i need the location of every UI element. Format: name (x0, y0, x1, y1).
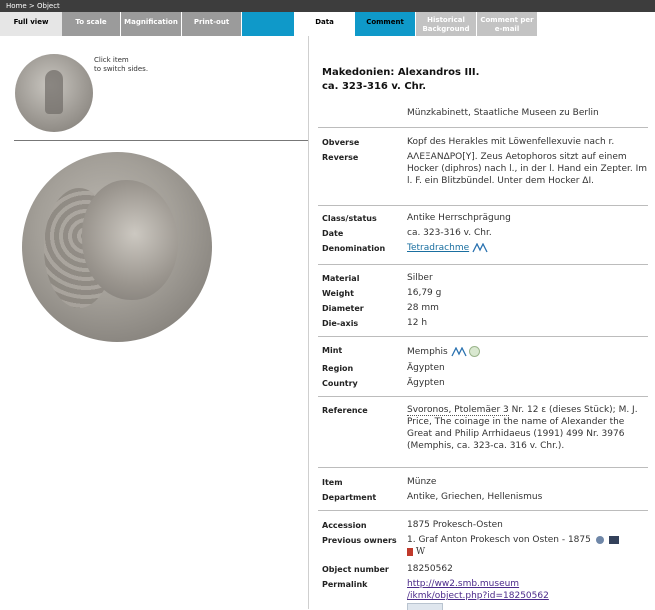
object-number-value: 18250562 (407, 564, 453, 574)
country-value: Ägypten (407, 378, 445, 388)
obverse-value: Kopf des Herakles mit Löwenfellexuvie na… (407, 137, 615, 147)
museum-name: Münzkabinett, Staatliche Museen zu Berli… (407, 108, 599, 118)
nomisma-icon[interactable] (472, 242, 488, 253)
coin-thumbnail-reverse[interactable] (15, 54, 93, 132)
accession-label: Accession (322, 521, 367, 530)
obverse-label: Obverse (322, 138, 360, 147)
permalink-value: http://ww2.smb.museum /ikmk/object.php?i… (407, 578, 647, 602)
date-label: Date (322, 229, 344, 238)
bookmark-icon[interactable] (407, 547, 413, 556)
mint-text: Memphis (407, 347, 448, 357)
divider (318, 467, 648, 468)
item-value: Münze (407, 477, 437, 487)
tab-data[interactable]: Data (294, 12, 355, 36)
dieaxis-value: 12 h (407, 318, 428, 328)
object-title: Makedonien: Alexandros III. ca. 323-316 … (322, 66, 479, 94)
object-title-name: Makedonien: Alexandros III. (322, 67, 480, 78)
permalink-line2[interactable]: /ikmk/object.php?id=18250562 (407, 591, 549, 601)
divider (318, 127, 648, 128)
material-label: Material (322, 274, 360, 283)
diameter-value: 28 mm (407, 303, 439, 313)
class-label: Class/status (322, 214, 377, 223)
switch-sides-hint: Click item to switch sides. (94, 56, 148, 74)
breadcrumb: Home > Object (0, 0, 655, 12)
object-number-label: Object number (322, 565, 389, 574)
denomination-value: Tetradrachme (407, 242, 647, 254)
info-icon[interactable] (595, 535, 604, 544)
divider (318, 205, 648, 206)
country-label: Country (322, 379, 358, 388)
reverse-value: ΑΛΕΞΑΝΔΡΟ[Υ]. Zeus Aetophoros sitzt auf … (407, 152, 647, 186)
wikipedia-icon[interactable]: W (416, 547, 425, 557)
nomisma-icon[interactable] (450, 346, 467, 357)
tab-comment[interactable]: Comment (355, 12, 415, 36)
permalink-label: Permalink (322, 580, 368, 589)
tab-comment-email[interactable]: Comment per e-mail (477, 12, 537, 36)
column-divider (308, 36, 309, 609)
zeus-figure (45, 70, 63, 114)
region-label: Region (322, 364, 354, 373)
reference-link[interactable]: Svoronos, Ptolemäer 3 (407, 405, 509, 416)
class-value: Antike Herrschprägung (407, 213, 511, 223)
date-value: ca. 323-316 v. Chr. (407, 228, 492, 238)
reverse-label: Reverse (322, 153, 359, 162)
mint-value: Memphis (407, 346, 647, 358)
previous-owners-value: 1. Graf Anton Prokesch von Osten - 1875 … (407, 534, 647, 558)
mint-label: Mint (322, 346, 343, 355)
department-value: Antike, Griechen, Hellenismus (407, 492, 543, 502)
divider (318, 510, 648, 511)
accession-value: 1875 Prokesch-Osten (407, 520, 503, 530)
reference-label: Reference (322, 406, 368, 415)
previous-owners-text: 1. Graf Anton Prokesch von Osten - 1875 (407, 535, 591, 545)
tab-bar: Full view To scale Magnification Print-o… (0, 12, 655, 36)
dieaxis-label: Die-axis (322, 319, 359, 328)
reference-value: Svoronos, Ptolemäer 3 Nr. 12 ε (dieses S… (407, 404, 647, 452)
left-separator (14, 140, 308, 141)
gnd-icon[interactable] (608, 535, 619, 544)
map-globe-icon[interactable] (469, 346, 481, 357)
denomination-link[interactable]: Tetradrachme (407, 243, 469, 253)
divider (318, 396, 648, 397)
department-label: Department (322, 493, 377, 502)
tab-full-view[interactable]: Full view (0, 12, 62, 36)
region-value: Ägypten (407, 363, 445, 373)
weight-label: Weight (322, 289, 354, 298)
tab-historical-background[interactable]: Historical Background (416, 12, 476, 36)
tab-spacer (242, 12, 294, 36)
weight-value: 16,79 g (407, 288, 442, 298)
item-label: Item (322, 478, 343, 487)
object-title-date: ca. 323-316 v. Chr. (322, 81, 427, 92)
permalink-line1[interactable]: http://ww2.smb.museum (407, 579, 519, 589)
tab-email-line2: e-mail (494, 25, 520, 33)
divider (318, 336, 648, 337)
tab-historical-line2: Background (422, 25, 470, 33)
tab-magnification[interactable]: Magnification (121, 12, 181, 36)
herakles-head (82, 180, 178, 300)
tab-historical-line1: Historical (427, 16, 465, 24)
diameter-label: Diameter (322, 304, 364, 313)
divider (318, 264, 648, 265)
coin-image-obverse[interactable] (22, 152, 212, 342)
previous-owners-label: Previous owners (322, 536, 397, 545)
hint-line1: Click item (94, 56, 129, 64)
hint-line2: to switch sides. (94, 65, 149, 73)
denomination-label: Denomination (322, 244, 386, 253)
tab-to-scale[interactable]: To scale (62, 12, 120, 36)
material-value: Silber (407, 273, 433, 283)
tab-email-line1: Comment per (480, 16, 534, 24)
tab-print-out[interactable]: Print-out (182, 12, 241, 36)
